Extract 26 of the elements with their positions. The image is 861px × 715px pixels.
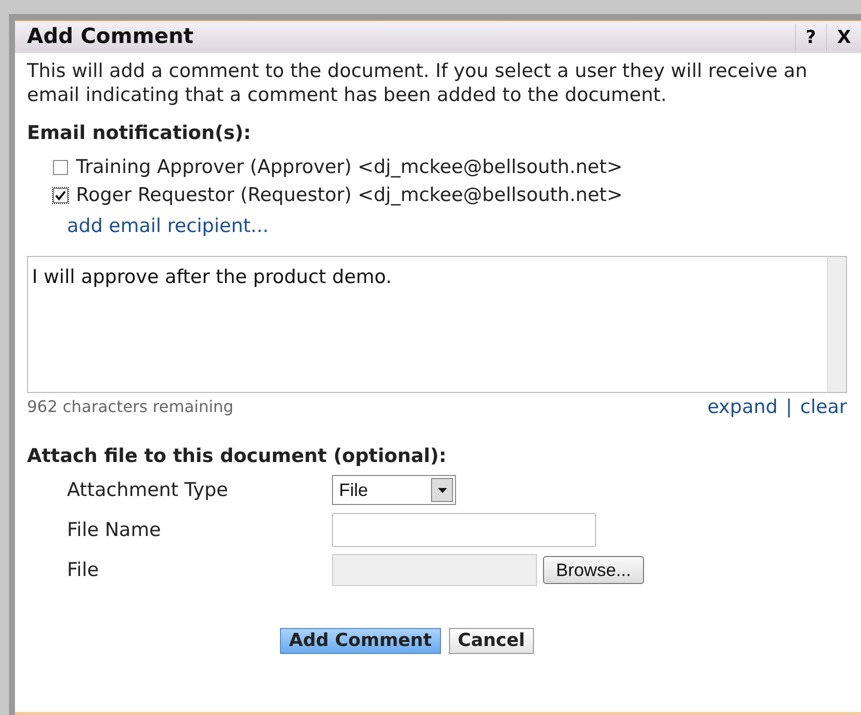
recipient-label: Training Approver (Approver) <dj_mckee@bellsouth.net> bbox=[76, 155, 623, 180]
section-heading: Email notification(s): bbox=[27, 121, 252, 146]
recipient-label: Roger Requestor (Requestor) <dj_mckee@bellsouth.net> bbox=[76, 183, 623, 208]
dialog-title: Add Comment bbox=[27, 24, 194, 50]
add-recipient-link[interactable]: add email recipient... bbox=[67, 212, 269, 240]
character-count: 962 characters remaining bbox=[27, 396, 234, 418]
close-button[interactable]: X bbox=[826, 24, 861, 50]
scrollbar[interactable] bbox=[827, 256, 847, 393]
help-button[interactable]: ? bbox=[794, 24, 826, 50]
add-comment-button[interactable]: Add Comment bbox=[280, 628, 441, 654]
clear-link[interactable]: clear bbox=[800, 393, 847, 422]
field-label: File Name bbox=[67, 518, 162, 543]
expand-link[interactable]: expand bbox=[707, 393, 778, 422]
comment-field[interactable]: I will approve after the product demo. bbox=[27, 256, 827, 393]
cancel-button[interactable]: Cancel bbox=[448, 628, 534, 654]
checkbox[interactable] bbox=[53, 188, 68, 203]
field-label: Attachment Type bbox=[67, 478, 230, 503]
file-path-field[interactable] bbox=[332, 554, 537, 586]
file-name-field[interactable] bbox=[332, 513, 596, 547]
field-label: File bbox=[67, 558, 100, 583]
separator: | bbox=[786, 395, 792, 420]
checkbox[interactable] bbox=[53, 160, 68, 175]
intro-text: This will add a comment to the document. If you select a user they will receive an email indicating that a comment has been added to the document. bbox=[27, 59, 808, 107]
section-heading: Attach file to this document (optional): bbox=[27, 444, 448, 468]
browse-button[interactable]: Browse... bbox=[543, 556, 644, 584]
attachment-type-select[interactable]: File bbox=[332, 475, 456, 505]
